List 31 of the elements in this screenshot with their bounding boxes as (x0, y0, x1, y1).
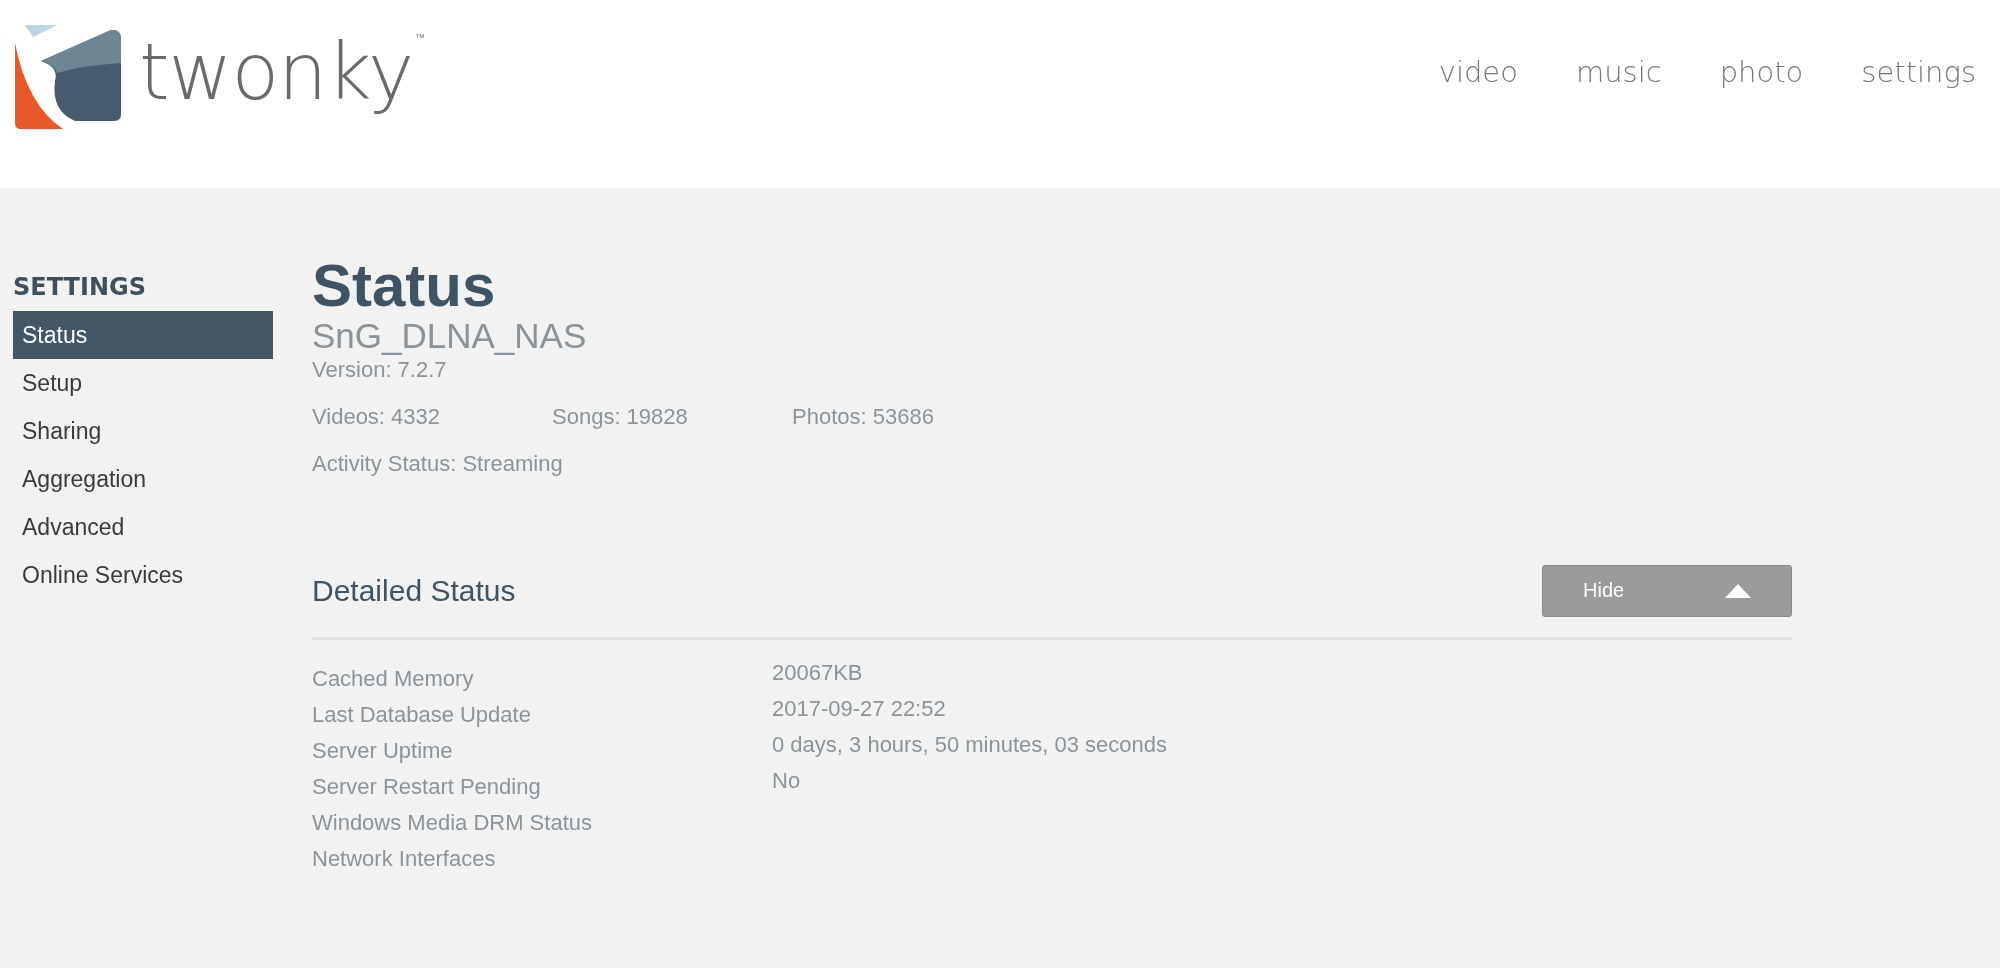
sidebar-item[interactable]: Sharing (13, 407, 273, 455)
status-label: Cached Memory (312, 665, 475, 692)
sidebar-item[interactable]: Online Services (13, 551, 273, 599)
caret-up-icon (1725, 583, 1751, 598)
status-label: Server Restart Pending (312, 773, 542, 800)
nav-link[interactable]: video (1438, 55, 1518, 89)
status-label: Server Uptime (312, 737, 454, 764)
media-count: Songs: 19828 (552, 404, 689, 431)
media-count: Videos: 4332 (312, 404, 442, 431)
nav-link[interactable]: settings (1861, 55, 1976, 89)
version-text: Version: 7.2.7 (312, 355, 448, 384)
status-label: Network Interfaces (312, 845, 497, 872)
activity-status: Activity Status: Streaming (312, 450, 564, 479)
status-value: 0 days, 3 hours, 50 minutes, 03 seconds (772, 731, 1168, 758)
sidebar-item[interactable]: Advanced (13, 503, 273, 551)
media-count: Photos: 53686 (792, 404, 935, 431)
nav-link[interactable]: music (1575, 55, 1662, 89)
sidebar-heading: SETTINGS (13, 273, 147, 301)
status-label: Windows Media DRM Status (312, 809, 593, 836)
status-value: 20067KB (772, 659, 864, 686)
page-title: Status (312, 254, 497, 317)
sidebar-item[interactable]: Setup (13, 359, 273, 407)
nav-link[interactable]: photo (1719, 55, 1804, 89)
sidebar-item[interactable]: Status (13, 311, 273, 359)
server-name: SnG_DLNA_NAS (312, 317, 588, 356)
logo-icon (15, 25, 121, 129)
section-title: Detailed Status (312, 573, 516, 608)
status-label: Last Database Update (312, 701, 532, 728)
sidebar-item[interactable]: Aggregation (13, 455, 273, 503)
status-value: No (772, 767, 802, 794)
status-value: 2017-09-27 22:52 (772, 695, 947, 722)
